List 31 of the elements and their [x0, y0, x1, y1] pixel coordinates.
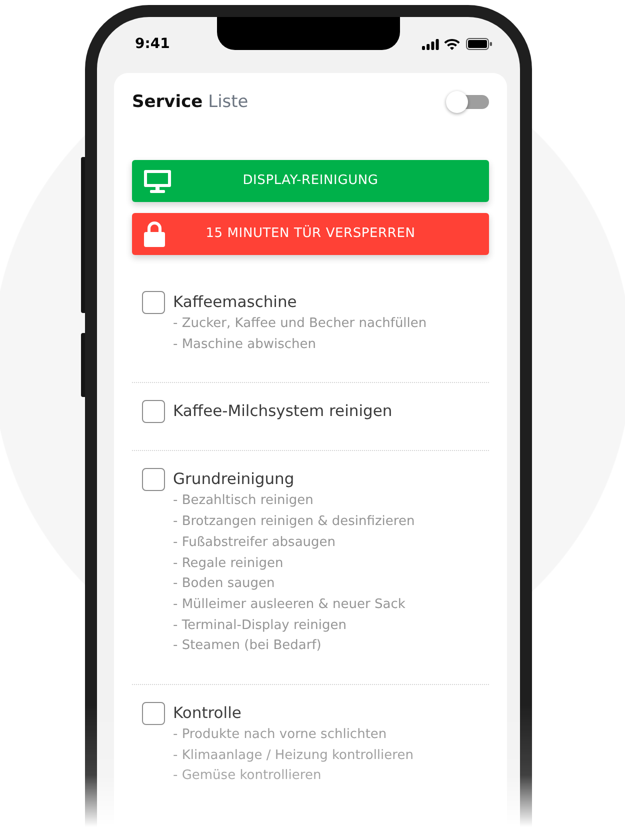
checkbox[interactable] [142, 468, 165, 492]
screen-title: Service Liste [132, 91, 248, 114]
status-time: 9:41 [135, 35, 170, 53]
task-step: - Boden saugen [173, 574, 489, 595]
task-step: - Fußabstreifer absaugen [173, 532, 489, 554]
lock-icon [144, 221, 165, 247]
task-title: Kaffee-Milchsystem reinigen [173, 401, 392, 422]
wifi-icon [444, 38, 460, 50]
task-step: - Maschine abwischen [173, 334, 489, 356]
task-step: - Regale reinigen [173, 554, 489, 574]
monitor-icon [144, 170, 171, 192]
task-title: Grundreinigung [173, 469, 294, 490]
task-step: - Produkte nach vorne schlichten [173, 725, 489, 746]
task-step: - Brotzangen reinigen & desinfizieren [173, 512, 489, 533]
checkbox[interactable] [142, 291, 165, 314]
task-step: - Steamen (bei Bedarf) [173, 636, 489, 658]
task-step: - Zucker, Kaffee und Becher nachfüllen [173, 314, 489, 335]
battery-icon [466, 38, 492, 50]
task-step: - Terminal-Display reinigen [173, 616, 489, 636]
toggle-switch[interactable] [446, 91, 489, 113]
task-step: - Gemüse kontrollieren [173, 766, 489, 788]
task-step: - Mülleimer ausleeren & neuer Sack [173, 594, 489, 616]
task-step: - Klimaanlage / Heizung kontrollieren [173, 746, 489, 766]
action-button[interactable]: 15 MINUTEN TÜR VERSPERREN [132, 213, 489, 255]
task-step: - Bezahltisch reinigen [173, 491, 489, 512]
checkbox[interactable] [142, 400, 165, 424]
checkbox[interactable] [142, 702, 165, 726]
signal-icon [422, 38, 439, 50]
task-title: Kontrolle [173, 703, 242, 724]
action-button[interactable]: DISPLAY-REINIGUNG [132, 160, 489, 202]
task-title: Kaffeemaschine [173, 292, 297, 313]
